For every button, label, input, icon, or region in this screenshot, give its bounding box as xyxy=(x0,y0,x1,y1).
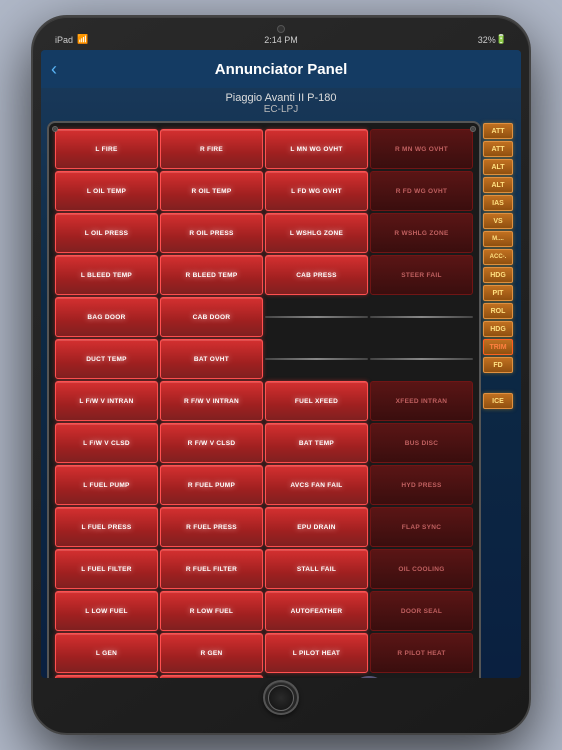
mode-panel: ATT ATT ALT ALT IAS VS M.... ACC-. HDG P… xyxy=(483,121,515,678)
ann-duct-temp[interactable]: DUCT TEMP xyxy=(55,339,158,379)
ann-bat-temp[interactable]: BAT TEMP xyxy=(265,423,368,463)
home-button-inner xyxy=(268,685,294,711)
mode-att-1[interactable]: ATT xyxy=(483,123,513,139)
ann-compass-cell: N S W E xyxy=(265,675,473,678)
status-left: iPad 📶 xyxy=(55,34,88,45)
ann-stall-fail[interactable]: STALL FAIL xyxy=(265,549,368,589)
mode-hdg-1[interactable]: HDG xyxy=(483,267,513,283)
ann-r-oil-press[interactable]: R OIL PRESS xyxy=(160,213,263,253)
ipad-screen: ‹ Annunciator Panel Piaggio Avanti II P-… xyxy=(41,50,521,678)
subtitle-area: Piaggio Avanti II P-180 EC-LPJ xyxy=(41,88,521,117)
time-display: 2:14 PM xyxy=(264,35,298,45)
mode-empty-1 xyxy=(483,375,515,391)
ann-r-gen[interactable]: R GEN xyxy=(160,633,263,673)
ipad-frame: iPad 📶 2:14 PM 32% 🔋 ‹ Annunciator Panel… xyxy=(31,15,531,735)
mode-ias[interactable]: IAS xyxy=(483,195,513,211)
mode-acc[interactable]: ACC-. xyxy=(483,249,513,265)
ann-l-low-fuel[interactable]: L LOW FUEL xyxy=(55,591,158,631)
mode-ice[interactable]: ICE xyxy=(483,393,513,409)
navigation-bar: ‹ Annunciator Panel xyxy=(41,50,521,88)
ann-r-oil-temp[interactable]: R OIL TEMP xyxy=(160,171,263,211)
screw-tr xyxy=(470,126,476,132)
ann-l-fw-v-clsd[interactable]: L F/W V CLSD xyxy=(55,423,158,463)
battery-icon-glyph: 🔋 xyxy=(496,34,507,45)
back-button[interactable]: ‹ xyxy=(51,59,57,80)
front-camera xyxy=(277,25,285,33)
ann-r-fuel-filter[interactable]: R FUEL FILTER xyxy=(160,549,263,589)
ann-bag-door[interactable]: BAG DOOR xyxy=(55,297,158,337)
ann-l-fuel-filter[interactable]: L FUEL FILTER xyxy=(55,549,158,589)
ann-l-oil-temp[interactable]: L OIL TEMP xyxy=(55,171,158,211)
ann-r-fw-v-intran[interactable]: R F/W V INTRAN xyxy=(160,381,263,421)
mode-m[interactable]: M.... xyxy=(483,231,513,247)
ann-xfeed-intran[interactable]: XFEED INTRAN xyxy=(370,381,473,421)
battery-percent: 32% xyxy=(478,35,496,45)
mode-att-2[interactable]: ATT xyxy=(483,141,513,157)
mode-fd[interactable]: FD xyxy=(483,357,513,373)
annunciator-grid: L FIRE R FIRE L MN WG OVHT R MN WG OVHT … xyxy=(47,121,481,678)
ann-steer-fail[interactable]: STEER FAIL xyxy=(370,255,473,295)
ann-sep-c4 xyxy=(370,358,473,360)
ann-l-fd-wg-ovht[interactable]: L FD WG OVHT xyxy=(265,171,368,211)
ann-sep-c3 xyxy=(265,358,368,360)
ann-sep-c2 xyxy=(370,316,473,318)
ann-epu-drain[interactable]: EPU DRAIN xyxy=(265,507,368,547)
ann-l-prop-pitch[interactable]: L PROP PITCH xyxy=(55,675,158,678)
wifi-icon: 📶 xyxy=(77,34,88,45)
mode-pit[interactable]: PIT xyxy=(483,285,513,301)
ann-l-mn-wg-ovht[interactable]: L MN WG OVHT xyxy=(265,129,368,169)
ann-r-fuel-press[interactable]: R FUEL PRESS xyxy=(160,507,263,547)
ann-r-fuel-pump[interactable]: R FUEL PUMP xyxy=(160,465,263,505)
ann-bus-disc[interactable]: BUS DISC xyxy=(370,423,473,463)
aircraft-model: Piaggio Avanti II P-180 xyxy=(41,92,521,104)
mode-rol[interactable]: ROL xyxy=(483,303,513,319)
mode-hdg-2[interactable]: HDG xyxy=(483,321,513,337)
ann-flap-sync[interactable]: FLAP SYNC xyxy=(370,507,473,547)
ann-avcs-fan-fail[interactable]: AVCS FAN FAIL xyxy=(265,465,368,505)
ann-l-fuel-pump[interactable]: L FUEL PUMP xyxy=(55,465,158,505)
ann-cab-door[interactable]: CAB DOOR xyxy=(160,297,263,337)
ann-fuel-xfeed[interactable]: FUEL XFEED xyxy=(265,381,368,421)
ann-r-fw-v-clsd[interactable]: R F/W V CLSD xyxy=(160,423,263,463)
ann-cab-press[interactable]: CAB PRESS xyxy=(265,255,368,295)
ann-autofeather[interactable]: AUTOFEATHER xyxy=(265,591,368,631)
ann-l-oil-press[interactable]: L OIL PRESS xyxy=(55,213,158,253)
home-button[interactable] xyxy=(263,680,299,715)
aircraft-registration: EC-LPJ xyxy=(41,104,521,115)
battery-status: 32% 🔋 xyxy=(478,34,507,45)
ann-r-low-fuel[interactable]: R LOW FUEL xyxy=(160,591,263,631)
mode-alt-1[interactable]: ALT xyxy=(483,159,513,175)
page-title: Annunciator Panel xyxy=(215,61,348,78)
ann-l-fw-v-intran[interactable]: L F/W V INTRAN xyxy=(55,381,158,421)
ann-r-bleed-temp[interactable]: R BLEED TEMP xyxy=(160,255,263,295)
ann-hyd-press[interactable]: HYD PRESS xyxy=(370,465,473,505)
ann-l-bleed-temp[interactable]: L BLEED TEMP xyxy=(55,255,158,295)
ann-door-seal[interactable]: DOOR SEAL xyxy=(370,591,473,631)
ann-l-wshlg-zone[interactable]: L WSHLG ZONE xyxy=(265,213,368,253)
ann-sep-c1 xyxy=(265,316,368,318)
mode-trim[interactable]: TRIM xyxy=(483,339,513,355)
ann-l-fuel-press[interactable]: L FUEL PRESS xyxy=(55,507,158,547)
panel-container: L FIRE R FIRE L MN WG OVHT R MN WG OVHT … xyxy=(41,117,521,678)
ann-r-pilot-heat[interactable]: R PILOT HEAT xyxy=(370,633,473,673)
ann-r-mn-wg-ovht[interactable]: R MN WG OVHT xyxy=(370,129,473,169)
ann-l-gen[interactable]: L GEN xyxy=(55,633,158,673)
ann-l-fire[interactable]: L FIRE xyxy=(55,129,158,169)
ann-r-wshlg-zone[interactable]: R WSHLG ZONE xyxy=(370,213,473,253)
ann-r-fire[interactable]: R FIRE xyxy=(160,129,263,169)
mode-alt-2[interactable]: ALT xyxy=(483,177,513,193)
ann-r-fd-wg-ovht[interactable]: R FD WG OVHT xyxy=(370,171,473,211)
mode-vs[interactable]: VS xyxy=(483,213,513,229)
ann-bat-ovht[interactable]: BAT OVHT xyxy=(160,339,263,379)
ann-oil-cooling[interactable]: OIL COOLING xyxy=(370,549,473,589)
ann-r-prop-pitch[interactable]: R PROP PITCH xyxy=(160,675,263,678)
ipad-label: iPad xyxy=(55,35,73,45)
ann-l-pilot-heat[interactable]: L PILOT HEAT xyxy=(265,633,368,673)
